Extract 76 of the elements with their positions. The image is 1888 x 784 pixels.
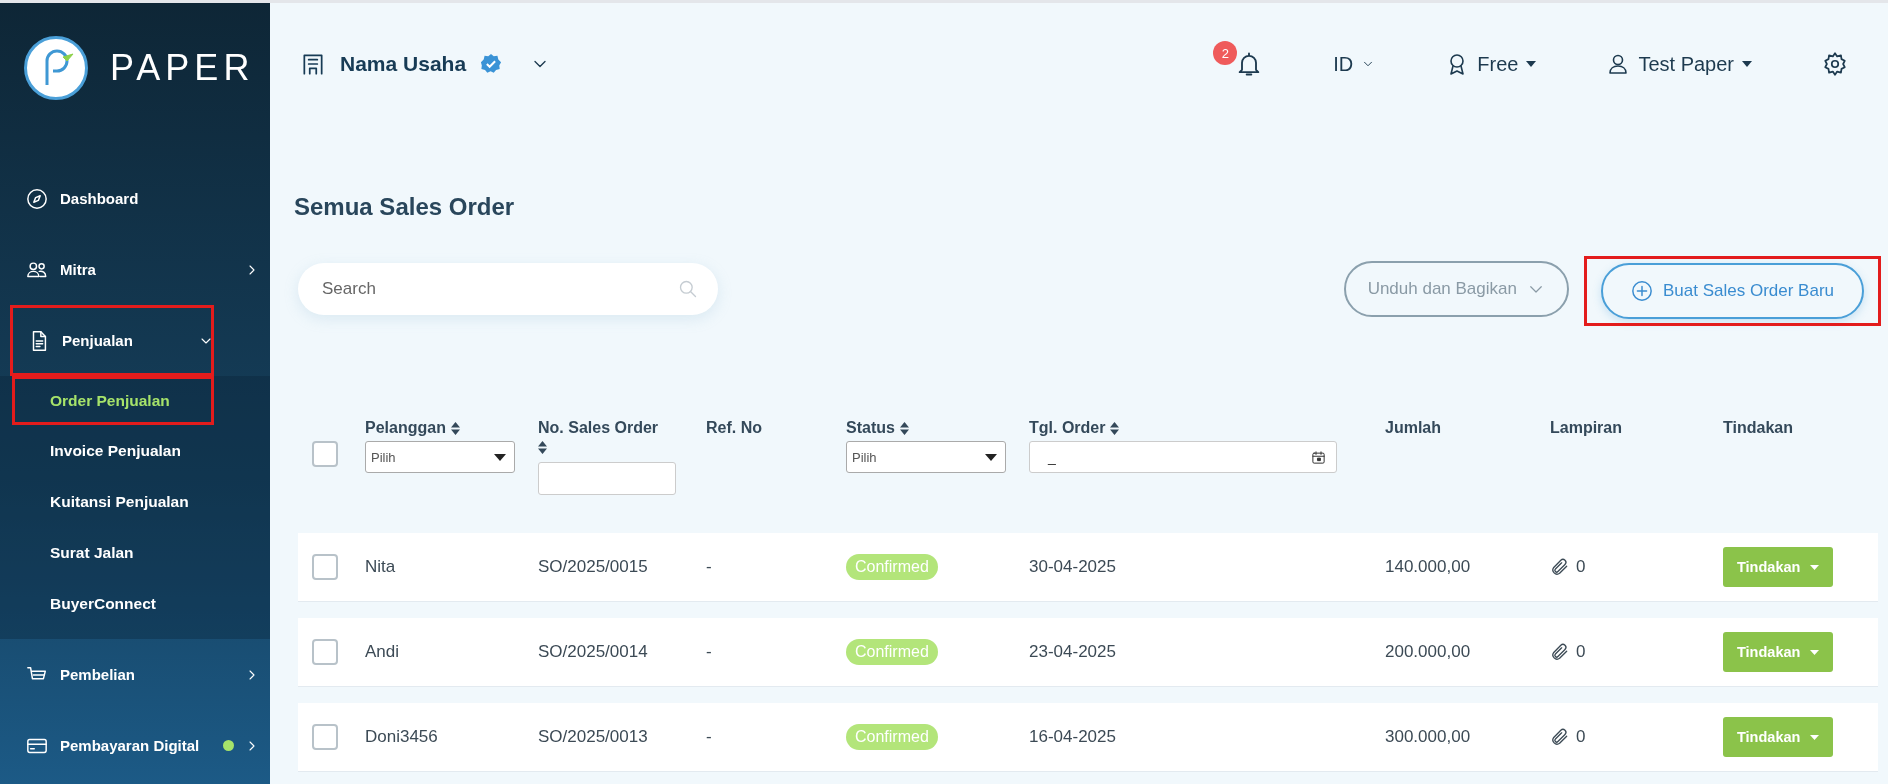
sidebar-item[interactable]: Mitra [0,234,270,305]
order-number-cell-text: SO/2025/0013 [538,727,649,747]
column-header: Tindakan [1723,419,1793,437]
language-dropdown[interactable]: ID [1333,52,1376,76]
date-cell-text: 23-04-2025 [1029,642,1117,662]
notification-count: 2 [1213,41,1238,65]
column-header[interactable]: Tgl. Order [1029,419,1106,437]
attachment-count: 0 [1576,727,1586,747]
status-badge: Confirmed [846,639,938,665]
paperclip-icon [1550,557,1570,577]
column-header: Ref. No [706,419,762,437]
business-name: Nama Usaha [340,52,467,76]
logo-text: PAPER [110,47,255,89]
customer-cell-text: Doni3456 [365,727,439,747]
sort-icon [899,421,909,435]
order-number-cell-text: SO/2025/0015 [538,557,649,577]
row-checkbox[interactable] [312,639,338,665]
filter-dropdown[interactable]: Pilih [846,441,1006,473]
customer-cell-text: Nita [365,557,397,577]
caret-icon [1526,61,1537,67]
caret-icon [1742,61,1752,67]
submenu-item[interactable]: Invoice Penjualan [50,441,181,460]
date-cell-text: 16-04-2025 [1029,727,1117,747]
plus-circle-icon [1630,280,1653,302]
plan-dropdown[interactable]: Free [1445,52,1537,76]
ref-cell-text: - [706,642,713,662]
paperclip-icon [1550,642,1570,662]
submenu-item[interactable]: BuyerConnect [50,594,156,613]
select-all-checkbox[interactable] [312,441,338,467]
amount-cell-text: 140.000,00 [1385,557,1472,577]
calendar-icon [1311,449,1326,465]
search-icon [678,279,698,299]
row-checkbox[interactable] [312,724,338,750]
filter-field[interactable] [538,462,676,495]
date-filter-field[interactable]: _ [1029,441,1337,473]
sidebar-item[interactable]: Dashboard [0,163,270,234]
submenu-item[interactable]: Surat Jalan [50,543,134,562]
status-badge: Confirmed [846,724,938,750]
attachment-count: 0 [1576,557,1586,577]
caret-icon [1810,564,1820,570]
column-header: Lampiran [1550,419,1622,437]
column-header[interactable]: Pelanggan [365,419,446,437]
sort-icon [1110,421,1120,435]
attachment-count: 0 [1576,642,1586,662]
settings-button[interactable] [1822,51,1848,77]
paperclip-icon [1550,727,1570,747]
column-header[interactable]: Status [846,419,895,437]
status-badge: Confirmed [846,554,938,580]
sort-icon [538,441,547,454]
customer-cell-text: Andi [365,642,401,662]
store-icon [300,51,326,77]
amount-cell-text: 200.000,00 [1385,642,1472,662]
sidebar-item[interactable]: Penjualan [10,305,214,376]
submenu-item[interactable]: Kuitansi Penjualan [50,492,189,511]
caret-icon [1810,734,1820,740]
row-checkbox[interactable] [312,554,338,580]
page-title: Semua Sales Order [294,193,516,221]
column-header[interactable]: No. Sales Order [538,419,659,437]
caret-icon [1810,649,1820,655]
submenu-item[interactable]: Order Penjualan [50,391,170,410]
search-field[interactable]: Search [298,263,718,315]
ref-cell-text: - [706,727,713,747]
filter-dropdown[interactable]: Pilih [365,441,515,473]
column-header: Jumlah [1385,419,1441,437]
settings-icon [1822,51,1848,77]
date-cell-text: 30-04-2025 [1029,557,1117,577]
sidebar-item[interactable]: Pembayaran Digital [0,710,270,781]
amount-cell-text: 300.000,00 [1385,727,1472,747]
caret-icon [985,453,997,461]
sidebar-item[interactable]: Pembelian [0,639,270,710]
compass-icon [26,187,48,210]
order-number-cell-text: SO/2025/0014 [538,642,649,662]
user-dropdown[interactable]: Test Paper [1606,52,1752,76]
caret-icon [494,453,506,461]
sort-icon [450,421,460,435]
ref-cell-text: - [706,557,713,577]
